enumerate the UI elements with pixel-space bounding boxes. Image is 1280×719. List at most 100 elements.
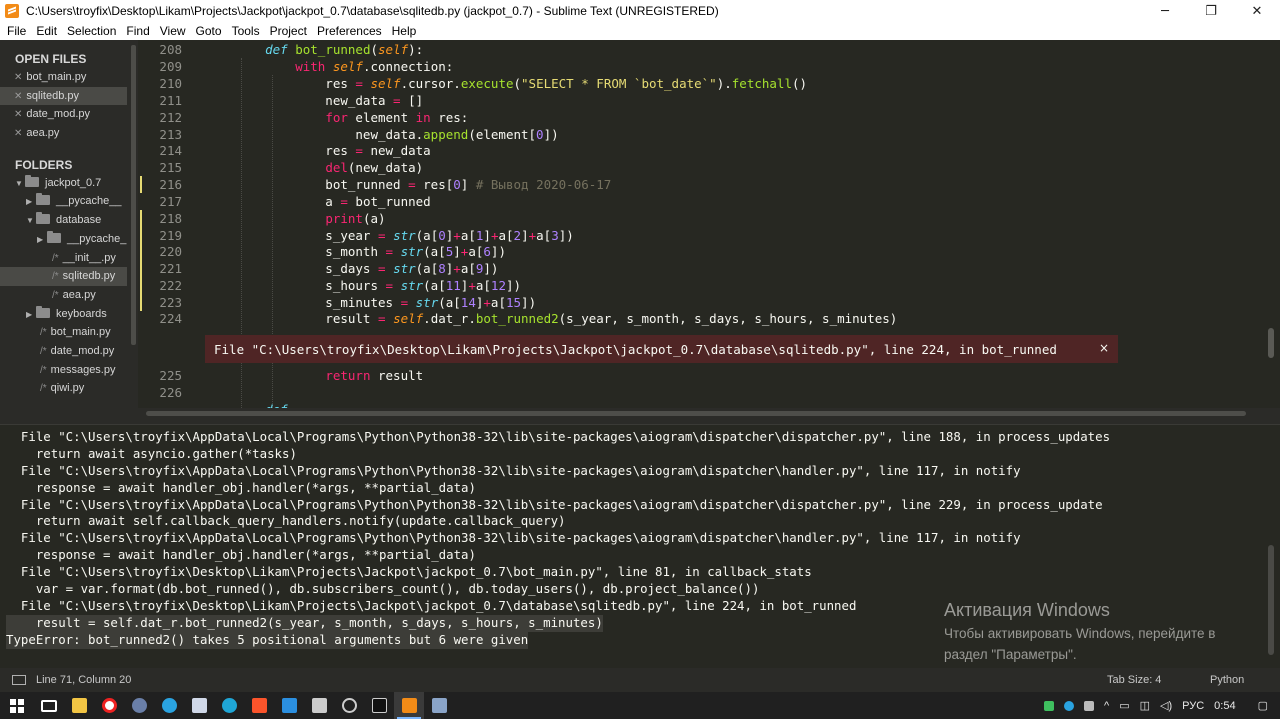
clock[interactable]: 0:54	[1214, 700, 1235, 712]
tab-size-selector[interactable]: Tab Size: 4	[1107, 674, 1161, 686]
panel-toggle-icon[interactable]	[12, 675, 26, 685]
open-file-item[interactable]: ✕ date_mod.py	[0, 105, 138, 124]
code-line: def ...	[235, 401, 318, 408]
folder-item[interactable]: ▶ keyboards	[0, 305, 138, 324]
menu-selection[interactable]: Selection	[63, 24, 122, 38]
folder-item[interactable]: ▶ __pycache__	[0, 192, 138, 211]
line-number: 218	[159, 211, 182, 226]
close-file-icon[interactable]: ✕	[14, 72, 22, 83]
code-line: s_hours = str(a[11]+a[12])	[235, 278, 522, 293]
file-item[interactable]: /* aea.py	[0, 286, 138, 305]
menu-tools[interactable]: Tools	[228, 24, 266, 38]
folder-icon	[36, 212, 50, 225]
taskbar-notepad[interactable]	[184, 692, 214, 719]
expand-triangle-icon[interactable]: ▼	[26, 212, 36, 231]
document-icon	[191, 698, 207, 713]
code-line: result = self.dat_r.bot_runned2(s_year, …	[235, 311, 898, 326]
code-line: return result	[325, 368, 424, 383]
notifications-icon[interactable]: ▢	[1258, 699, 1268, 712]
taskbar-cmd[interactable]	[364, 692, 394, 719]
tray-app-icon[interactable]	[1084, 700, 1095, 711]
open-file-item[interactable]: ✕ bot_main.py	[0, 68, 138, 87]
collapse-triangle-icon[interactable]: ▶	[26, 193, 36, 212]
menu-help[interactable]: Help	[388, 24, 423, 38]
taskbar-edge[interactable]	[214, 692, 244, 719]
sidebar-scrollbar[interactable]	[131, 45, 136, 345]
close-file-icon[interactable]: ✕	[14, 91, 22, 102]
folder-icon	[25, 174, 39, 187]
terminal-icon	[371, 698, 387, 713]
taskbar-clock-app[interactable]	[334, 692, 364, 719]
menu-bar: File Edit Selection Find View Goto Tools…	[0, 22, 1280, 40]
chevron-up-icon[interactable]: ^	[1104, 700, 1109, 712]
file-item[interactable]: /* bot_main.py	[0, 323, 138, 342]
taskbar-explorer[interactable]	[64, 692, 94, 719]
network-icon[interactable]: ◫	[1140, 699, 1150, 712]
collapse-triangle-icon[interactable]: ▶	[26, 306, 36, 325]
file-item[interactable]: /* date_mod.py	[0, 342, 138, 361]
taskbar-sublime[interactable]	[394, 692, 424, 719]
close-button[interactable]: ✕	[1234, 0, 1280, 22]
volume-icon[interactable]: ◁)	[1160, 699, 1172, 712]
menu-find[interactable]: Find	[122, 24, 155, 38]
close-file-icon[interactable]: ✕	[14, 128, 22, 139]
close-icon[interactable]: ×	[1099, 341, 1109, 355]
modified-line-marker	[140, 210, 142, 311]
battery-icon[interactable]: ▭	[1119, 699, 1129, 712]
maximize-button[interactable]: ❐	[1188, 0, 1234, 22]
collapse-triangle-icon[interactable]: ▶	[37, 231, 47, 250]
code-line: s_year = str(a[0]+a[1]+a[2]+a[3])	[235, 228, 574, 243]
error-phantom: File "C:\Users\troyfix\Desktop\Likam\Pro…	[205, 335, 1118, 363]
taskbar-yandex[interactable]	[94, 692, 124, 719]
editor-scrollbar[interactable]	[1268, 328, 1274, 358]
folder-item[interactable]: ▼ database	[0, 211, 138, 230]
line-number: 210	[159, 76, 182, 91]
line-number: 211	[159, 93, 182, 108]
taskbar-app[interactable]	[124, 692, 154, 719]
taskbar-remote[interactable]	[424, 692, 454, 719]
console-line: var = var.format(db.bot_runned(), db.sub…	[6, 581, 760, 597]
syntax-selector[interactable]: Python	[1210, 674, 1244, 686]
file-item[interactable]: /* __init__.py	[0, 249, 138, 268]
menu-project[interactable]: Project	[266, 24, 313, 38]
editor-icon	[311, 698, 327, 713]
menu-view[interactable]: View	[156, 24, 192, 38]
taskbar-editor[interactable]	[304, 692, 334, 719]
menu-edit[interactable]: Edit	[32, 24, 63, 38]
code-editor[interactable]: 208 209 210 211 212 213 214 215 216 217 …	[138, 40, 1280, 408]
file-item[interactable]: /* qiwi.py	[0, 379, 138, 398]
line-number: 213	[159, 127, 182, 142]
code-line: s_month = str(a[5]+a[6])	[235, 244, 506, 259]
console-error-line: TypeError: bot_runned2() takes 5 positio…	[6, 631, 529, 649]
tray-app-icon[interactable]	[1044, 700, 1055, 711]
start-button[interactable]	[0, 692, 34, 719]
console-line: response = await handler_obj.handler(*ar…	[6, 479, 476, 495]
menu-goto[interactable]: Goto	[192, 24, 228, 38]
taskbar-vscode[interactable]	[274, 692, 304, 719]
taskbar-telegram[interactable]	[154, 692, 184, 719]
expand-triangle-icon[interactable]: ▼	[15, 175, 25, 194]
minimize-button[interactable]: ─	[1142, 0, 1188, 22]
close-file-icon[interactable]: ✕	[14, 109, 22, 120]
task-view-icon	[41, 699, 57, 712]
console-scrollbar[interactable]	[1268, 545, 1274, 655]
code-line: new_data.append(element[0])	[235, 127, 559, 142]
folder-item[interactable]: ▶ __pycache_	[0, 230, 138, 249]
line-number: 222	[159, 278, 182, 293]
input-language[interactable]: РУС	[1182, 700, 1204, 712]
file-item[interactable]: /* sqlitedb.py	[0, 267, 127, 286]
editor-horizontal-scrollbar[interactable]	[146, 411, 1246, 416]
line-number: 221	[159, 261, 182, 276]
taskbar-brave[interactable]	[244, 692, 274, 719]
file-item[interactable]: /* messages.py	[0, 361, 138, 380]
menu-preferences[interactable]: Preferences	[313, 24, 388, 38]
open-file-item[interactable]: ✕ sqlitedb.py	[0, 86, 127, 106]
menu-file[interactable]: File	[3, 24, 32, 38]
console-line: File "C:\Users\troyfix\AppData\Local\Pro…	[6, 530, 1021, 546]
open-file-item[interactable]: ✕ aea.py	[0, 124, 138, 143]
code-line: res = new_data	[235, 143, 431, 158]
task-view-button[interactable]	[34, 692, 64, 719]
tray-telegram-icon[interactable]	[1064, 700, 1075, 711]
folder-item[interactable]: ▼ jackpot_0.7	[0, 174, 138, 193]
line-number: 220	[159, 244, 182, 259]
